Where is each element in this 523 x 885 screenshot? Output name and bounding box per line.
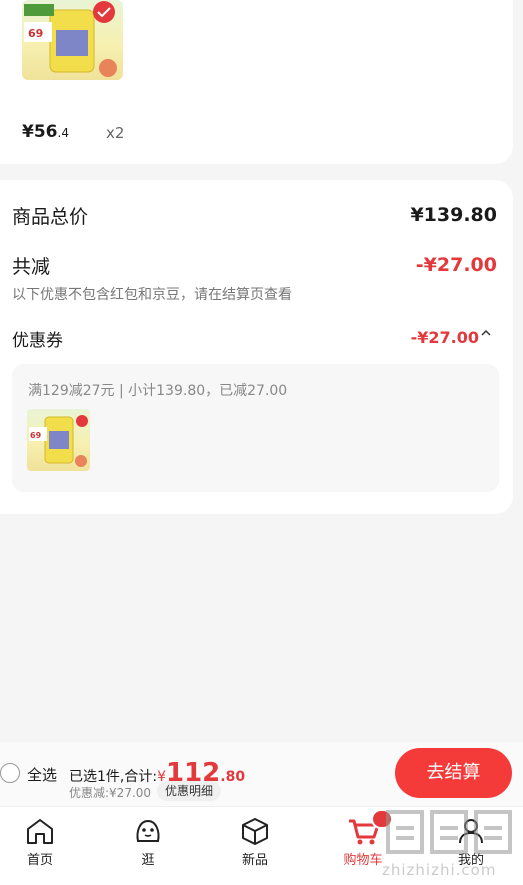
discount-line: 优惠减:¥27.00: [69, 786, 152, 800]
tab-label-browse: 逛: [141, 853, 155, 868]
item-price-dec: .4: [57, 126, 69, 140]
tab-browse[interactable]: 逛: [108, 807, 188, 877]
bottom-tab-bar: 首页 逛 新品 购物车 我的: [0, 806, 523, 885]
tab-cart[interactable]: 购物车: [323, 807, 403, 877]
chevron-up-icon[interactable]: [481, 327, 491, 342]
tab-label-home: 首页: [26, 853, 53, 868]
discount-detail-button[interactable]: 优惠明细: [157, 781, 222, 801]
coupon-rule: 满129减27元 | 小计139.80，已减27.00: [28, 383, 288, 399]
select-all-checkbox[interactable]: [0, 763, 20, 783]
product-image[interactable]: 69: [22, 0, 123, 80]
tab-home[interactable]: 首页: [0, 807, 80, 877]
user-icon: [459, 819, 483, 844]
tab-new[interactable]: 新品: [215, 807, 295, 877]
item-price: ¥56.4: [22, 122, 69, 142]
coupon-detail-box: 满129减27元 | 小计139.80，已减27.00 69: [12, 364, 499, 492]
svg-text:69: 69: [30, 431, 42, 440]
cube-icon: [242, 818, 268, 845]
total-value: ¥139.80: [410, 204, 497, 226]
reduce-note: 以下优惠不包含红包和京豆，请在结算页查看: [12, 287, 292, 303]
tab-label-new: 新品: [241, 853, 268, 868]
checkout-button[interactable]: 去结算: [395, 748, 512, 798]
total-label: 商品总价: [12, 206, 89, 228]
tab-me[interactable]: 我的: [431, 807, 511, 877]
coupon-value[interactable]: -¥27.00: [411, 328, 479, 347]
select-all-label[interactable]: 全选: [27, 764, 57, 785]
price-summary-card: 商品总价 ¥139.80 共减 -¥27.00 以下优惠不包含红包和京豆，请在结…: [0, 180, 513, 514]
cart-item-card: 69 ¥56.4 x2: [0, 0, 513, 164]
coupon-product-thumb[interactable]: 69: [27, 409, 90, 471]
item-quantity: x2: [106, 124, 125, 142]
total-dec: .80: [220, 769, 246, 785]
coupon-label[interactable]: 优惠券: [12, 326, 63, 351]
tab-label-me: 我的: [457, 853, 484, 868]
browse-icon: [136, 819, 160, 842]
tab-label-cart: 购物车: [343, 853, 383, 868]
checkout-bar: 全选 已选1件,合计:¥112.80 优惠减:¥27.00 优惠明细 去结算: [0, 742, 523, 806]
home-icon: [27, 819, 53, 844]
cart-badge: [371, 809, 393, 829]
item-price-int: ¥56: [22, 122, 58, 142]
svg-text:69: 69: [28, 27, 43, 40]
reduce-label: 共减: [12, 256, 51, 278]
selected-prefix: 已选1件,合计:: [69, 769, 158, 785]
reduce-value: -¥27.00: [415, 254, 497, 276]
